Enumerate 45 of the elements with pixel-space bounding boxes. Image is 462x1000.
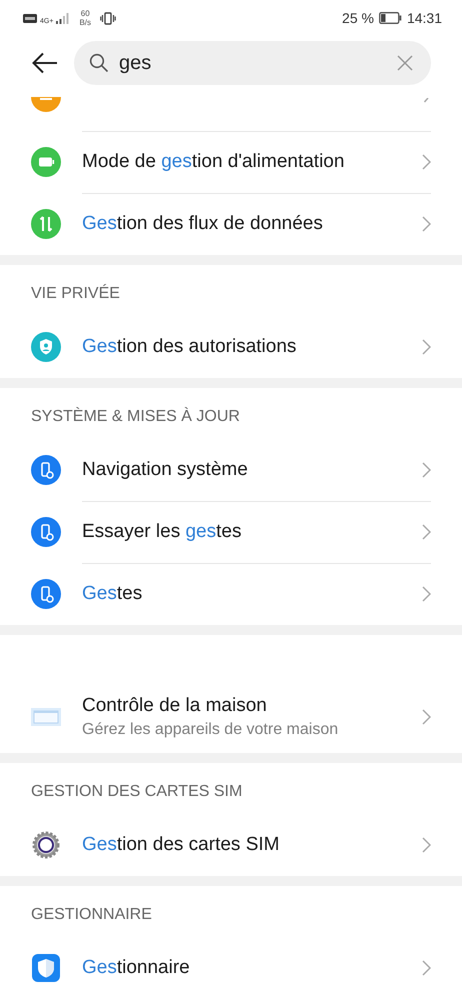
search-bar[interactable]: ges [74,41,431,85]
clear-icon[interactable] [397,55,413,71]
settings-item[interactable]: Contrôle de la maison Gérez les appareils de votre maison [0,681,462,753]
shield-icon [32,954,60,982]
section-header: GESTION DES CARTES SIM [31,782,242,800]
settings-item[interactable]: Essayer les gestes [0,501,462,563]
vibrate-icon [100,12,116,24]
signal-icon [56,12,70,24]
data-transfer-icon [31,209,61,239]
volte-icon [23,14,37,22]
speed-unit: B/s [79,18,91,27]
gear-icon [32,831,60,859]
item-title: Gestionnaire [82,957,191,979]
settings-item[interactable]: Gestion des cartes SIM [0,814,462,876]
item-title: Contrôle de la maison [82,695,268,717]
back-button[interactable] [30,50,60,76]
settings-item[interactable]: Navigation système [0,439,462,501]
search-icon [89,53,109,73]
settings-item[interactable]: Gestionnaire [0,937,462,999]
window-icon [31,708,61,726]
battery-percent: 25 % [342,10,374,26]
settings-item[interactable]: Gestion des flux de données [0,193,462,255]
clock: 14:31 [406,10,442,26]
item-title: Gestion des cartes SIM [82,834,280,856]
item-title: Mode de gestion d'alimentation [82,151,346,173]
item-title: Gestion des autorisations [82,336,298,358]
search-field[interactable]: ges [119,52,387,74]
section-header: VIE PRIVÉE [31,284,120,302]
phone-settings-icon [31,455,61,485]
settings-item[interactable]: Gestion des autorisations [0,316,462,378]
speed-value: 60 [80,9,90,18]
shield-icon [31,332,61,362]
phone-settings-icon [31,517,61,547]
battery-icon [378,12,402,24]
settings-item[interactable]: Mode de gestion d'alimentation [0,131,462,193]
section-header: GESTIONNAIRE [31,906,152,924]
item-subtitle: Gérez les appareils de votre maison [82,721,340,739]
item-title: Navigation système [82,459,249,481]
battery-icon [31,147,61,177]
section-header: SYSTÈME & MISES À JOUR [31,408,240,426]
item-title: Gestes [82,583,144,605]
item-title: Essayer les gestes [82,521,242,543]
item-title: Gestion des flux de données [82,213,324,235]
settings-item[interactable]: Gestes [0,563,462,625]
phone-settings-icon [31,579,61,609]
